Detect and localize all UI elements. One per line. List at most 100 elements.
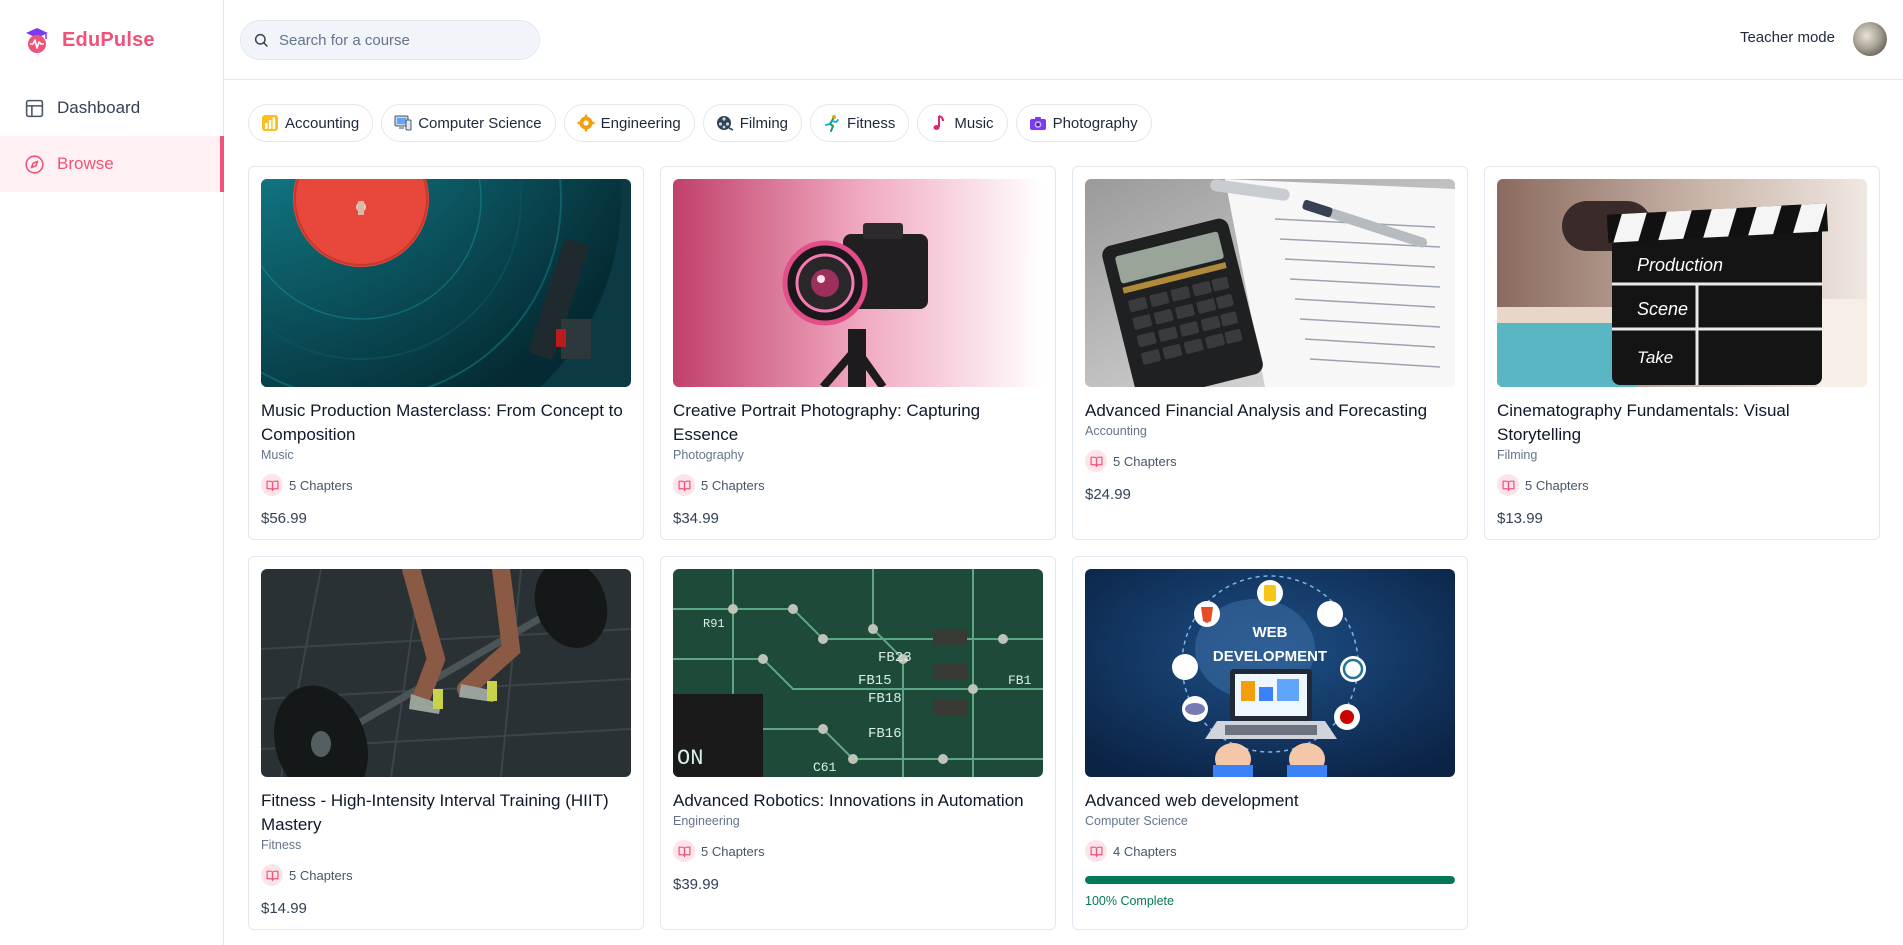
pcb-label-on: ON (677, 746, 703, 771)
course-price: $34.99 (673, 510, 719, 527)
layout-icon (24, 98, 45, 119)
compass-icon (24, 154, 45, 175)
course-category: Engineering (673, 814, 740, 828)
runner-icon (823, 114, 841, 132)
course-category: Accounting (1085, 424, 1147, 438)
category-chip-photography[interactable]: Photography (1015, 104, 1152, 142)
chip-label: Accounting (285, 114, 360, 132)
chip-label: Photography (1052, 114, 1138, 132)
search-icon (254, 33, 268, 47)
course-card[interactable]: WEB DEVELOPMENT Advanced web development… (1072, 556, 1468, 930)
course-chapters: 5 Chapters (261, 864, 631, 886)
clapper-text-production: Production (1637, 255, 1723, 275)
sidebar-item-browse[interactable]: Browse (0, 136, 224, 192)
course-price: $56.99 (261, 510, 307, 527)
camera-icon (1029, 114, 1047, 132)
course-price: $13.99 (1497, 510, 1543, 527)
chapter-count: 5 Chapters (701, 843, 765, 859)
course-thumbnail: WEB DEVELOPMENT (1085, 569, 1455, 777)
course-card[interactable]: Fitness - High-Intensity Interval Traini… (248, 556, 644, 930)
course-chapters: 5 Chapters (673, 840, 1043, 862)
category-chip-accounting[interactable]: Accounting (248, 104, 374, 142)
book-open-icon (1497, 474, 1519, 496)
bar-chart-icon (261, 114, 279, 132)
category-chip-computer-science[interactable]: Computer Science (381, 104, 556, 142)
sidebar-item-label: Dashboard (57, 98, 141, 117)
course-category: Filming (1497, 448, 1538, 462)
pcb-label-fb16: FB16 (868, 726, 902, 742)
course-card[interactable]: Music Production Masterclass: From Conce… (248, 166, 644, 540)
music-note-icon (930, 114, 948, 132)
clapper-text-scene: Scene (1637, 299, 1688, 319)
course-card[interactable]: Advanced Financial Analysis and Forecast… (1072, 166, 1468, 540)
app-name: EduPulse (62, 28, 155, 51)
course-chapters: 5 Chapters (1085, 450, 1455, 472)
clapper-text-take: Take (1637, 348, 1673, 367)
avatar[interactable] (1853, 22, 1887, 56)
course-thumbnail: Production Scene Take (1497, 179, 1867, 387)
course-title: Music Production Masterclass: From Conce… (261, 401, 623, 444)
course-progress-bar (1085, 876, 1455, 884)
pcb-label-fb15: FB15 (858, 673, 892, 689)
course-chapters: 4 Chapters (1085, 840, 1455, 862)
course-price: $24.99 (1085, 486, 1131, 503)
book-open-icon (1085, 840, 1107, 862)
course-card[interactable]: Creative Portrait Photography: Capturing… (660, 166, 1056, 540)
course-title: Advanced Financial Analysis and Forecast… (1085, 401, 1428, 420)
chip-label: Filming (739, 114, 789, 132)
course-chapters: 5 Chapters (673, 474, 1043, 496)
sidebar-item-label: Browse (57, 154, 114, 173)
search-input[interactable] (279, 31, 519, 49)
category-chip-fitness[interactable]: Fitness (810, 104, 910, 142)
course-title: Fitness - High-Intensity Interval Traini… (261, 791, 609, 834)
chapter-count: 5 Chapters (1525, 477, 1589, 493)
course-title: Creative Portrait Photography: Capturing… (673, 401, 981, 444)
teacher-mode-button[interactable]: Teacher mode (1740, 29, 1835, 46)
book-open-icon (673, 840, 695, 862)
pcb-label-fb23: FB23 (878, 650, 912, 666)
course-price: $39.99 (673, 876, 719, 893)
course-thumbnail (673, 179, 1043, 387)
course-card[interactable]: FB23 FB15 FB18 FB16 ON C61 R91 FB1 Advan… (660, 556, 1056, 930)
course-thumbnail (261, 569, 631, 777)
film-reel-icon (716, 114, 734, 132)
book-open-icon (261, 474, 283, 496)
book-open-icon (673, 474, 695, 496)
chapter-count: 5 Chapters (289, 477, 353, 493)
sidebar-item-dashboard[interactable]: Dashboard (0, 80, 223, 136)
category-chip-music[interactable]: Music (917, 104, 1008, 142)
chip-label: Music (954, 114, 994, 132)
progress-label: 100% Complete (1085, 894, 1174, 908)
top-bar: Teacher mode (224, 0, 1903, 80)
webdev-title-line1: WEB (1253, 624, 1288, 641)
chapter-count: 5 Chapters (1113, 453, 1177, 469)
course-category: Music (261, 448, 294, 462)
course-chapters: 5 Chapters (261, 474, 631, 496)
chapter-count: 5 Chapters (701, 477, 765, 493)
progress-fill (1085, 876, 1455, 884)
course-thumbnail (261, 179, 631, 387)
course-title: Cinematography Fundamentals: Visual Stor… (1497, 401, 1790, 444)
course-title: Advanced web development (1085, 791, 1299, 810)
brand[interactable]: EduPulse (0, 0, 223, 80)
course-thumbnail: FB23 FB15 FB18 FB16 ON C61 R91 FB1 (673, 569, 1043, 777)
book-open-icon (1085, 450, 1107, 472)
category-filter-bar: Accounting Computer Science Engineering … (248, 104, 1152, 142)
computer-icon (394, 114, 412, 132)
course-price: $14.99 (261, 900, 307, 917)
chip-label: Fitness (847, 114, 896, 132)
graduation-cap-logo-icon (26, 28, 48, 53)
sidebar: EduPulse Dashboard Browse (0, 0, 224, 945)
category-chip-engineering[interactable]: Engineering (563, 104, 695, 142)
pcb-label-c61: C61 (813, 760, 837, 775)
pcb-label-fb18: FB18 (868, 691, 902, 707)
course-title: Advanced Robotics: Innovations in Automa… (673, 791, 1024, 810)
pcb-label-fb1: FB1 (1008, 673, 1032, 688)
course-chapters: 5 Chapters (1497, 474, 1867, 496)
course-card[interactable]: Production Scene Take Cinematography Fun… (1484, 166, 1880, 540)
category-chip-filming[interactable]: Filming (702, 104, 803, 142)
search-box[interactable] (240, 20, 540, 60)
chip-label: Engineering (600, 114, 681, 132)
course-category: Fitness (261, 838, 302, 852)
course-category: Photography (673, 448, 744, 462)
